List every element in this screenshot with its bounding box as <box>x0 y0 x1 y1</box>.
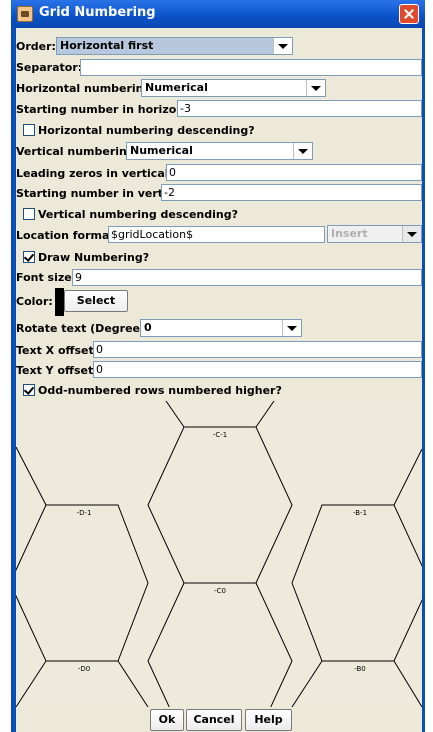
hex-label: -D-1 <box>76 509 92 517</box>
h-numbering-select[interactable]: Numerical <box>141 79 326 97</box>
font-size-input[interactable]: 9 <box>72 269 422 286</box>
font-size-label: Font size: <box>16 270 77 284</box>
v-start-input[interactable]: -2 <box>161 184 422 201</box>
hex-cell <box>16 504 149 662</box>
draw-checkbox[interactable] <box>23 251 35 263</box>
v-desc-label: Vertical numbering descending? <box>38 207 238 221</box>
location-input[interactable]: $gridLocation$ <box>108 226 325 243</box>
h-desc-label: Horizontal numbering descending? <box>38 123 255 137</box>
order-label: Order: <box>16 39 56 53</box>
odd-rows-checkbox[interactable] <box>23 384 35 396</box>
location-label: Location format: <box>16 228 120 242</box>
close-icon[interactable] <box>399 4 419 24</box>
v-zeros-input[interactable]: 0 <box>166 164 422 181</box>
ok-button[interactable]: Ok <box>150 709 184 731</box>
color-swatch <box>55 288 64 316</box>
separator-input[interactable] <box>80 59 422 76</box>
rotate-value: 0 <box>144 321 152 334</box>
help-button[interactable]: Help <box>245 709 292 731</box>
x-offset-input[interactable]: 0 <box>93 341 422 358</box>
x-offset-label: Text X offset: <box>16 343 99 357</box>
hex-cell <box>291 504 422 662</box>
hex-label: -B0 <box>354 665 366 673</box>
window-title: Grid Numbering <box>39 5 156 20</box>
order-value: Horizontal first <box>60 39 154 52</box>
h-desc-checkbox[interactable] <box>23 124 35 136</box>
h-start-input[interactable]: -3 <box>177 100 422 117</box>
hex-label: -C-1 <box>212 431 228 439</box>
chevron-down-icon[interactable] <box>282 320 301 336</box>
h-numbering-value: Numerical <box>145 81 208 94</box>
hex-cell <box>147 426 293 584</box>
chevron-down-icon[interactable] <box>273 38 292 54</box>
draw-label: Draw Numbering? <box>38 250 150 264</box>
cancel-button[interactable]: Cancel <box>186 709 242 731</box>
v-numbering-label: Vertical numbering: <box>16 144 140 158</box>
grid-preview: -C-1 -D-1 -B-1 -C0 -D0 -B0 <box>16 401 422 707</box>
y-offset-input[interactable]: 0 <box>93 361 422 378</box>
chevron-down-icon[interactable] <box>293 143 312 159</box>
hex-label: -B-1 <box>352 509 368 517</box>
rotate-label: Rotate text (Degrees): <box>16 321 156 335</box>
chevron-down-icon[interactable] <box>306 80 325 96</box>
rotate-select[interactable]: 0 <box>140 319 302 337</box>
h-numbering-label: Horizontal numbering: <box>16 81 156 95</box>
hex-cell <box>147 582 293 707</box>
separator-label: Separator: <box>16 60 83 74</box>
v-desc-checkbox[interactable] <box>23 208 35 220</box>
color-label: Color: <box>16 294 53 308</box>
chevron-down-icon <box>402 226 421 242</box>
hex-grid <box>16 401 422 707</box>
insert-value: Insert <box>331 227 368 240</box>
v-numbering-select[interactable]: Numerical <box>126 142 313 160</box>
select-color-button[interactable]: Select <box>64 290 128 312</box>
odd-rows-label: Odd-numbered rows numbered higher? <box>38 383 282 397</box>
hex-label: -D0 <box>77 665 91 673</box>
app-icon <box>17 6 33 22</box>
insert-select: Insert <box>327 225 422 243</box>
order-select[interactable]: Horizontal first <box>56 37 293 55</box>
title-bar[interactable]: Grid Numbering <box>11 0 425 28</box>
v-numbering-value: Numerical <box>130 144 193 157</box>
y-offset-label: Text Y offset: <box>16 363 98 377</box>
v-zeros-label: Leading zeros in vertical: <box>16 166 173 180</box>
hex-label: -C0 <box>214 587 226 595</box>
